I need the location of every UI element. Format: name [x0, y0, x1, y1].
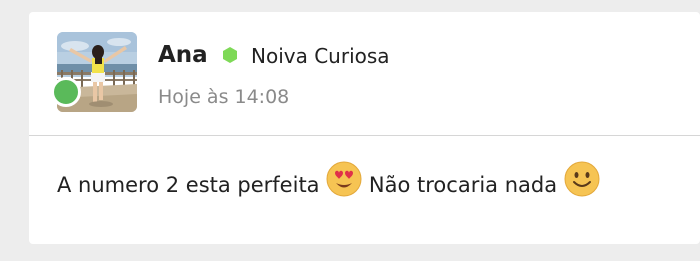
heart-eyes-emoji-icon: [326, 161, 362, 197]
post-card: Ana Noiva Curiosa Hoje às 14:08 A numero…: [29, 12, 700, 244]
message-text-part1: A numero 2 esta perfeita: [57, 173, 320, 197]
post-timestamp: Hoje às 14:08: [158, 86, 290, 108]
author-name[interactable]: Ana: [158, 41, 208, 69]
avatar-container[interactable]: [51, 32, 137, 112]
hexagon-badge-icon: [223, 47, 237, 63]
post-header: Ana Noiva Curiosa Hoje às 14:08: [29, 12, 700, 136]
author-role: Noiva Curiosa: [251, 44, 390, 68]
message-text-part2: Não trocaria nada: [368, 173, 558, 197]
online-status-dot: [51, 77, 81, 107]
smiling-face-emoji-icon: [564, 161, 600, 197]
post-message: A numero 2 esta perfeita Não trocaria na…: [57, 159, 600, 209]
